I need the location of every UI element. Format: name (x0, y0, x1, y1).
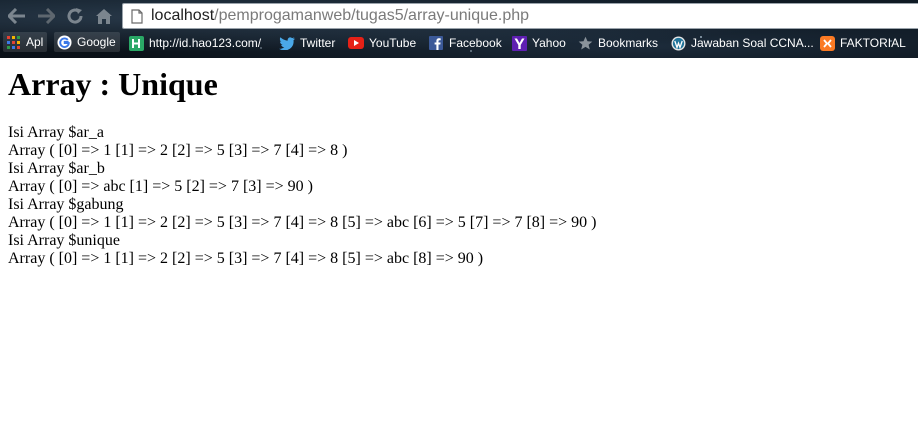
address-bar[interactable]: localhost/pemprogamanweb/tugas5/array-un… (122, 3, 918, 29)
output-ar-b: Array ( [0] => abc [1] => 5 [2] => 7 [3]… (8, 178, 313, 195)
output-gabung: Array ( [0] => 1 [1] => 2 [2] => 5 [3] =… (8, 214, 597, 231)
bookmark-label: Bookmarks (598, 36, 659, 50)
page-title: Array : Unique (8, 66, 218, 102)
bookmarks-bar: Apl Google http://id.hao123.com/ Twitter (0, 32, 918, 54)
bookmark-twitter[interactable]: Twitter (279, 32, 335, 54)
bookmark-label: Yahoo (532, 36, 566, 50)
bookmark-label: Jawaban Soal CCNA... (691, 36, 814, 50)
bookmark-label: YouTube (369, 36, 417, 50)
navigation-bar: localhost/pemprogamanweb/tugas5/array-un… (0, 0, 918, 32)
browser-chrome: localhost/pemprogamanweb/tugas5/array-un… (0, 0, 918, 58)
arrow-right-icon[interactable] (35, 5, 57, 27)
youtube-icon (348, 35, 364, 51)
bookmark-label: Google (77, 35, 116, 49)
bookmark-label: Apl (26, 35, 44, 49)
star-icon (577, 35, 593, 51)
label-ar-b: Isi Array $ar_b (8, 160, 105, 177)
bookmark-label: FAKTORIAL (840, 36, 906, 50)
bookmark-folder-bookmarks[interactable]: Bookmarks (577, 32, 658, 54)
output-unique: Array ( [0] => 1 [1] => 2 [2] => 5 [3] =… (8, 250, 484, 267)
bookmark-faktorial[interactable]: FAKTORIAL (819, 32, 906, 54)
bookmark-yahoo[interactable]: Yahoo (511, 32, 566, 54)
yahoo-icon (511, 35, 527, 51)
output-ar-a: Array ( [0] => 1 [1] => 2 [2] => 5 [3] =… (8, 142, 348, 159)
bookmark-apps[interactable]: Apl (3, 32, 48, 52)
bookmark-facebook[interactable]: Facebook (428, 32, 502, 54)
address-url[interactable]: localhost/pemprogamanweb/tugas5/array-un… (151, 7, 529, 25)
reload-icon[interactable] (64, 5, 86, 27)
label-ar-a: Isi Array $ar_a (8, 124, 104, 141)
google-icon (56, 34, 72, 50)
bookmark-label: Facebook (449, 36, 502, 50)
label-unique: Isi Array $unique (8, 232, 120, 249)
url-host: localhost (151, 7, 215, 24)
bookmark-youtube[interactable]: YouTube (348, 32, 416, 54)
arrow-left-icon[interactable] (6, 5, 28, 27)
facebook-icon (428, 35, 444, 51)
twitter-bird-icon (279, 35, 295, 51)
hao123-icon (128, 35, 144, 51)
apps-grid-icon (5, 34, 21, 50)
wordpress-icon (670, 35, 686, 51)
bookmark-label: http://id.hao123.com/ (149, 36, 262, 50)
page-content: Array : Unique Isi Array $ar_a Array ( [… (8, 66, 910, 268)
bookmark-jawaban-ccna[interactable]: Jawaban Soal CCNA... (670, 32, 814, 54)
url-path: /pemprogamanweb/tugas5/array-unique.php (214, 7, 530, 24)
bookmark-label: Twitter (300, 36, 336, 50)
page-icon (131, 8, 143, 24)
home-icon[interactable] (93, 5, 115, 27)
label-gabung: Isi Array $gabung (8, 196, 124, 213)
bookmark-google[interactable]: Google (54, 32, 120, 52)
xampp-icon (819, 35, 835, 51)
bookmark-hao123[interactable]: http://id.hao123.com/ (128, 32, 261, 54)
